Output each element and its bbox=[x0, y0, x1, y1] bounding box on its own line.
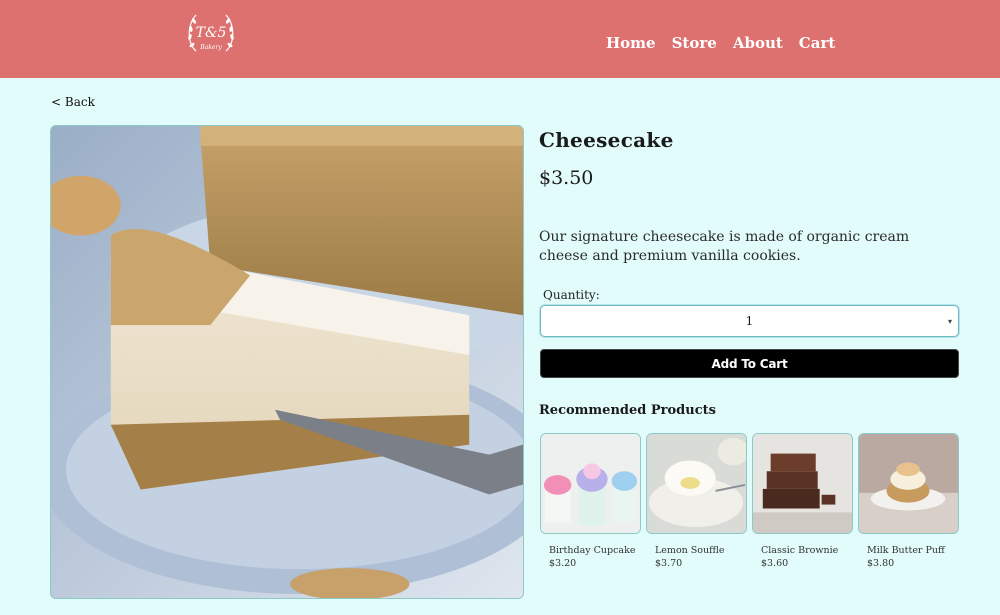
main-nav: Home Store About Cart bbox=[606, 34, 835, 52]
product-price: $3.50 bbox=[539, 167, 594, 189]
recommended-name: Birthday Cupcake bbox=[549, 545, 636, 556]
recommended-thumbnail bbox=[540, 433, 641, 534]
dropdown-caret-icon: ▾ bbox=[947, 317, 952, 326]
nav-store-link[interactable]: Store bbox=[672, 34, 717, 52]
bakery-logo[interactable]: T&5 Bakery bbox=[182, 7, 240, 59]
recommended-thumbnail bbox=[752, 433, 853, 534]
recommended-name: Milk Butter Puff bbox=[867, 545, 945, 556]
recommended-price: $3.80 bbox=[867, 558, 895, 569]
recommended-thumbnail bbox=[858, 433, 959, 534]
laurel-wreath-icon: T&5 Bakery bbox=[188, 14, 234, 52]
svg-text:Bakery: Bakery bbox=[199, 44, 222, 51]
product-title: Cheesecake bbox=[539, 128, 674, 152]
recommended-price: $3.70 bbox=[655, 558, 683, 569]
nav-home-link[interactable]: Home bbox=[606, 34, 656, 52]
recommended-card-milk-butter-puff[interactable]: Milk Butter Puff $3.80 bbox=[858, 433, 959, 569]
recommended-card-lemon-souffle[interactable]: Lemon Souffle $3.70 bbox=[646, 433, 747, 569]
back-link[interactable]: < Back bbox=[51, 95, 95, 109]
recommended-price: $3.20 bbox=[549, 558, 577, 569]
svg-text:T&5: T&5 bbox=[196, 25, 227, 41]
recommended-name: Lemon Souffle bbox=[655, 545, 725, 556]
quantity-select[interactable]: 1 ▾ bbox=[540, 305, 959, 337]
recommended-card-birthday-cupcake[interactable]: Birthday Cupcake $3.20 bbox=[540, 433, 641, 569]
nav-about-link[interactable]: About bbox=[733, 34, 783, 52]
add-to-cart-button[interactable]: Add To Cart bbox=[540, 349, 959, 378]
recommended-card-classic-brownie[interactable]: Classic Brownie $3.60 bbox=[752, 433, 853, 569]
navbar: T&5 Bakery Home Store About Cart bbox=[0, 0, 1000, 78]
product-image bbox=[50, 125, 524, 599]
nav-cart-link[interactable]: Cart bbox=[799, 34, 836, 52]
recommended-price: $3.60 bbox=[761, 558, 789, 569]
recommended-title: Recommended Products bbox=[539, 403, 716, 418]
recommended-thumbnail bbox=[646, 433, 747, 534]
product-description: Our signature cheesecake is made of orga… bbox=[539, 229, 910, 264]
recommended-name: Classic Brownie bbox=[761, 545, 839, 556]
quantity-value: 1 bbox=[745, 314, 754, 328]
quantity-label: Quantity: bbox=[543, 288, 600, 302]
